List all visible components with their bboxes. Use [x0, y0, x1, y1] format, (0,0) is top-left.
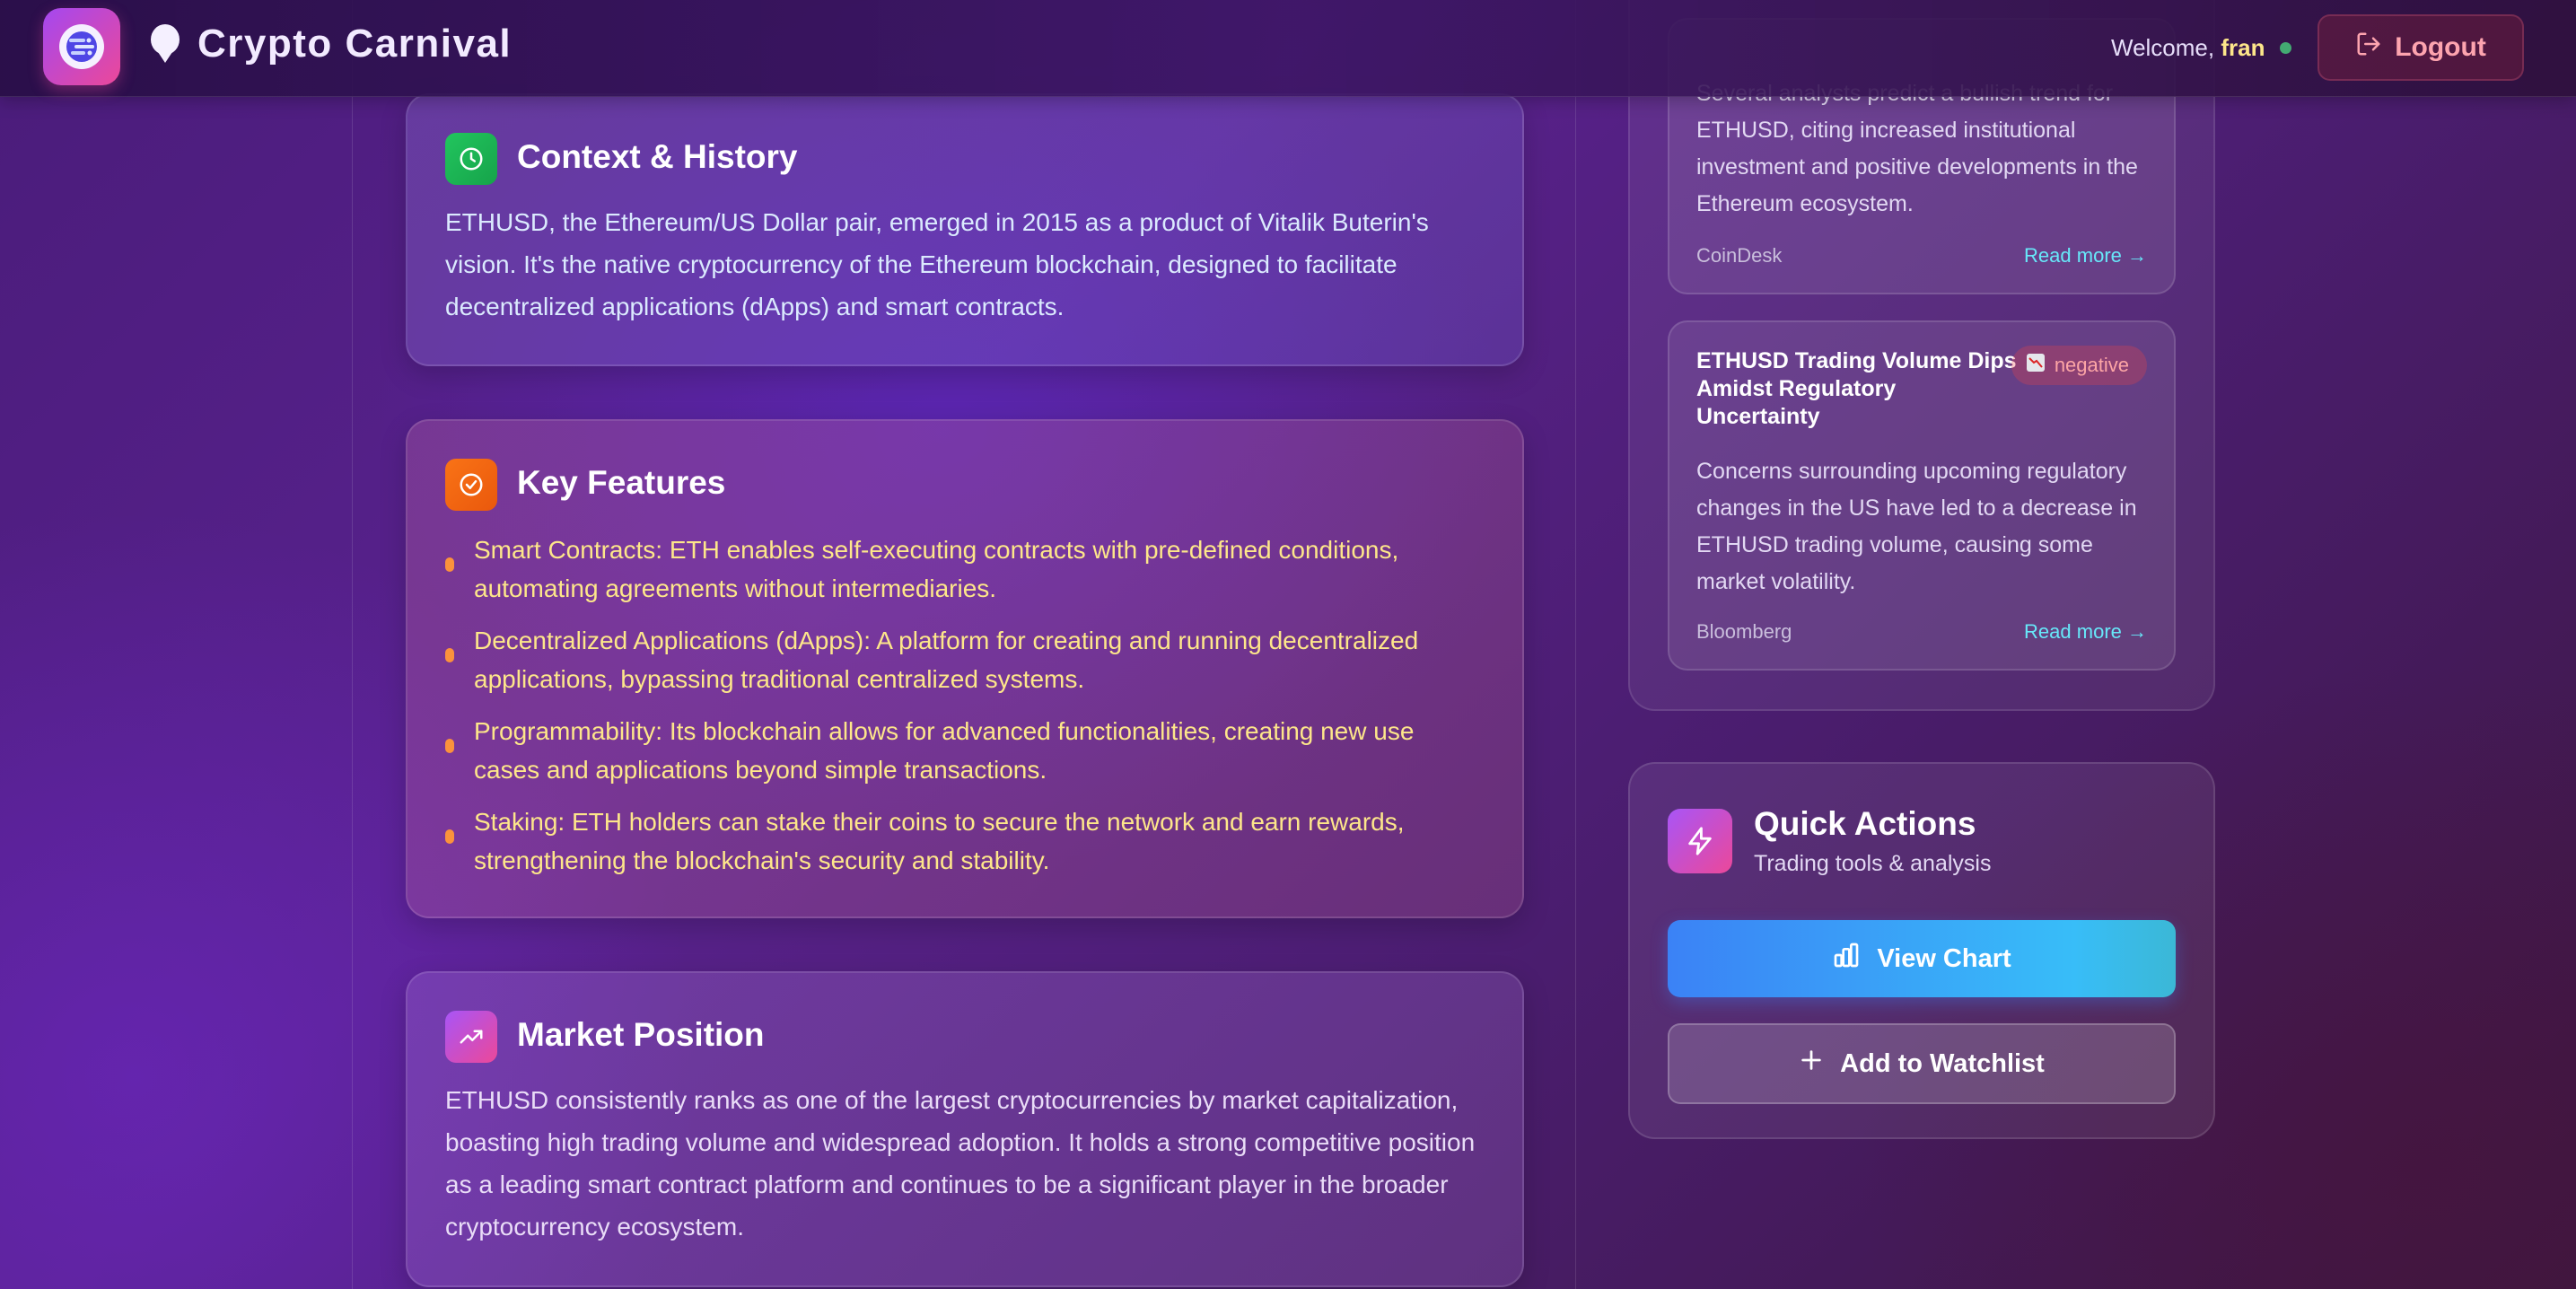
balloon-icon [147, 23, 183, 66]
context-body: ETHUSD, the Ethereum/US Dollar pair, eme… [445, 208, 1429, 320]
plus-icon [1799, 1048, 1824, 1080]
bullet-icon [445, 829, 454, 844]
market-body: ETHUSD consistently ranks as one of the … [445, 1086, 1476, 1241]
news-source: Bloomberg [1696, 620, 1792, 643]
bullet-icon [445, 739, 454, 753]
news-summary: Concerns surrounding upcoming regulatory… [1696, 459, 2137, 594]
context-history-card: Context & History ETHUSD, the Ethereum/U… [406, 93, 1524, 366]
trending-up-icon [445, 1011, 497, 1063]
market-title: Market Position [517, 1016, 765, 1053]
sentiment-badge: negative [2011, 346, 2147, 385]
news-source: CoinDesk [1696, 244, 1783, 267]
feature-item: Decentralized Applications (dApps): A pl… [445, 621, 1486, 698]
view-chart-label: View Chart [1877, 943, 2011, 973]
context-title: Context & History [517, 138, 798, 175]
top-header: Crypto Carnival Welcome, fran Logout [0, 0, 2576, 97]
app-logo[interactable] [43, 8, 120, 85]
clock-icon [445, 133, 497, 185]
username: fran [2221, 34, 2265, 61]
news-summary: Several analysts predict a bullish trend… [1696, 81, 2138, 216]
market-position-card: Market Position ETHUSD consistently rank… [406, 971, 1524, 1287]
watchlist-label: Add to Watchlist [1840, 1048, 2045, 1078]
app-title: Crypto Carnival [197, 22, 513, 66]
feature-item: Staking: ETH holders can stake their coi… [445, 802, 1486, 880]
feature-item: Programmability: Its blockchain allows f… [445, 712, 1486, 789]
quick-actions-title: Quick Actions [1754, 805, 1976, 842]
check-circle-icon [445, 459, 497, 511]
feature-item: Smart Contracts: ETH enables self-execut… [445, 531, 1486, 608]
read-more-link[interactable]: Read more → [2024, 620, 2147, 644]
welcome-text: Welcome, fran [2111, 34, 2265, 62]
features-title: Key Features [517, 464, 726, 501]
news-title[interactable]: ETHUSD Trading Volume Dips Amidst Regula… [1696, 347, 2020, 431]
lightning-icon [1668, 809, 1732, 873]
globe-logo-icon [59, 24, 104, 69]
quick-actions-subtitle: Trading tools & analysis [1754, 851, 1992, 876]
add-to-watchlist-button[interactable]: Add to Watchlist [1668, 1023, 2176, 1104]
bar-chart-icon [1832, 941, 1861, 977]
view-chart-button[interactable]: View Chart [1668, 920, 2176, 997]
bullet-icon [445, 557, 454, 572]
news-card: ETHUSD Trading Volume Dips Amidst Regula… [1668, 320, 2176, 671]
sentiment-label: negative [2054, 354, 2129, 376]
quick-actions-panel: Quick Actions Trading tools & analysis V… [1628, 762, 2215, 1139]
logout-button[interactable]: Logout [2318, 14, 2524, 81]
chart-down-icon [2026, 353, 2046, 378]
logout-icon [2355, 31, 2382, 65]
key-features-card: Key Features Smart Contracts: ETH enable… [406, 419, 1524, 918]
bullet-icon [445, 648, 454, 662]
welcome-prefix: Welcome, [2111, 34, 2215, 61]
features-list: Smart Contracts: ETH enables self-execut… [445, 531, 1486, 893]
logout-label: Logout [2395, 32, 2486, 62]
read-more-link[interactable]: Read more → [2024, 244, 2147, 267]
online-status-dot [2280, 42, 2291, 54]
